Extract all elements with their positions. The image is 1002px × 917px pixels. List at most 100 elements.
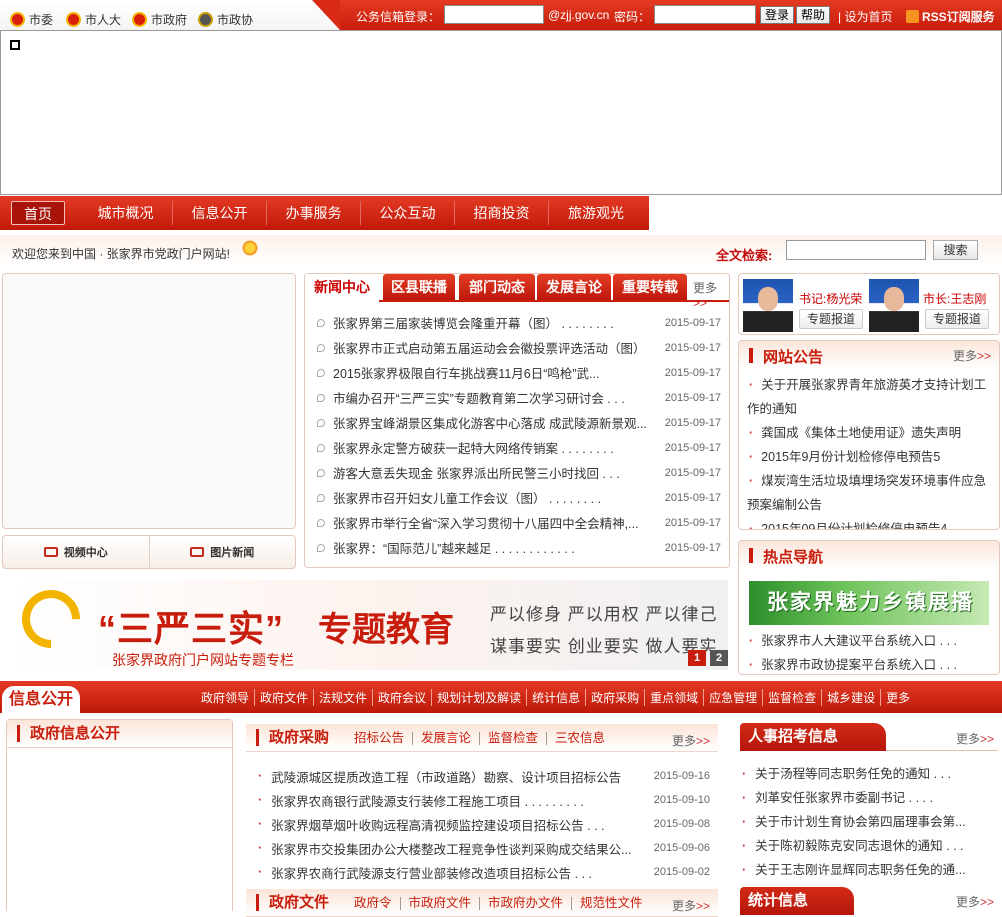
password-input[interactable] bbox=[654, 5, 756, 24]
tab-important-reprints[interactable]: 重要转载 bbox=[613, 274, 687, 301]
sub-city-gov-files[interactable]: 市政府文件 bbox=[401, 897, 481, 910]
link-party-committee[interactable]: 市委 bbox=[10, 11, 53, 28]
procurement-item[interactable]: 张家界农商银行武陵源支行装修工程施工项目 . . . . . . . . . 20… bbox=[258, 788, 710, 812]
banner-page-2[interactable]: 2 bbox=[710, 650, 728, 666]
personnel-item[interactable]: 关于市计划生育协会第四届理事会第... bbox=[742, 810, 968, 834]
special-title-a: “三严三实” bbox=[98, 608, 285, 649]
notice-item[interactable]: 2015年9月份计划检修停电预告5 bbox=[747, 445, 991, 469]
set-homepage-link[interactable]: | 设为首页 bbox=[838, 8, 892, 25]
photo-news-link[interactable]: 图片新闻 bbox=[150, 536, 296, 568]
info-link[interactable]: 政府采购 bbox=[586, 689, 646, 706]
personnel-item[interactable]: 关于汤程等同志职务任免的通知 . . . bbox=[742, 762, 968, 786]
procurement-item[interactable]: 张家界烟草烟叶收购远程高清视频监控建设项目招标公告 . . . 2015-09-0… bbox=[258, 812, 710, 836]
mayor-photo[interactable] bbox=[869, 279, 919, 332]
secretary-name[interactable]: 书记:杨光荣 bbox=[799, 290, 862, 307]
info-link[interactable]: 监督检查 bbox=[763, 689, 823, 706]
info-link[interactable]: 统计信息 bbox=[527, 689, 587, 706]
link-government[interactable]: 市政府 bbox=[132, 11, 187, 28]
personnel-more-link[interactable]: 更多>> bbox=[956, 730, 994, 747]
special-line-2: 谋事要实 创业要实 做人要实 bbox=[490, 637, 718, 656]
plugin-placeholder-icon bbox=[10, 40, 20, 50]
tab-development-remarks[interactable]: 发展言论 bbox=[537, 274, 611, 301]
govfiles-title[interactable]: 政府文件 bbox=[256, 894, 329, 911]
news-item[interactable]: 张家界宝峰湖景区集成化游客中心落成 成武陵源新景观... 2015-09-17 bbox=[317, 410, 721, 435]
email-input[interactable] bbox=[444, 5, 544, 24]
info-link[interactable]: 规划计划及解读 bbox=[432, 689, 528, 706]
tab-county-news[interactable]: 区县联播 bbox=[383, 274, 455, 301]
nav-investment[interactable]: 招商投资 bbox=[455, 201, 549, 225]
notice-item[interactable]: 2015年09月份计划检修停电预告4 bbox=[747, 517, 991, 529]
personnel-item[interactable]: 刘革安任张家界市委副书记 . . . . bbox=[742, 786, 968, 810]
procurement-more-link[interactable]: 更多>> bbox=[672, 732, 710, 749]
sub-gov-orders[interactable]: 政府令 bbox=[346, 897, 401, 910]
news-item[interactable]: 张家界第三届家装博览会隆重开幕（图） . . . . . . . . 2015-0… bbox=[317, 310, 721, 335]
cppcc-proposal-link[interactable]: 张家界市政协提案平台系统入口 . . . bbox=[747, 653, 957, 674]
personnel-item[interactable]: 关于陈初毅陈克安同志退休的通知 . . . bbox=[742, 834, 968, 858]
mayor-report-button[interactable]: 专题报道 bbox=[925, 309, 989, 329]
rss-link[interactable]: RSS订阅服务 bbox=[906, 8, 995, 25]
link-peoples-congress[interactable]: 市人大 bbox=[66, 11, 121, 28]
info-link[interactable]: 重点领域 bbox=[645, 689, 705, 706]
notice-more-link[interactable]: 更多>> bbox=[953, 347, 991, 364]
photo-slideshow[interactable] bbox=[2, 273, 296, 529]
sub-agriculture[interactable]: 三农信息 bbox=[547, 732, 613, 745]
top-bar: 市委 市人大 市政府 市政协 公务信箱登录： @zjj.gov.cn 密码： 登… bbox=[0, 0, 1002, 30]
link-cppcc[interactable]: 市政协 bbox=[198, 11, 253, 28]
info-link[interactable]: 政府领导 bbox=[196, 689, 256, 706]
mayor-name[interactable]: 市长:王志刚 bbox=[923, 290, 986, 307]
video-center-link[interactable]: 视频中心 bbox=[3, 536, 150, 568]
nav-home[interactable]: 首页 bbox=[11, 201, 65, 225]
nav-services[interactable]: 办事服务 bbox=[267, 201, 361, 225]
news-item[interactable]: 张家界市举行全省“深入学习贯彻十八届四中全会精神,... 2015-09-17 bbox=[317, 510, 721, 535]
website-notice-box: 网站公告 更多>> 关于开展张家界青年旅游英才支持计划工作的通知龚国成《集体土地… bbox=[738, 340, 1000, 530]
tab-news-center[interactable]: 新闻中心 bbox=[306, 274, 378, 301]
info-link[interactable]: 更多 bbox=[881, 689, 915, 706]
news-more-link[interactable]: 更多>> bbox=[693, 279, 729, 310]
notice-item[interactable]: 煤炭湾生活垃圾填埋场突发环境事件应急预案编制公告 bbox=[747, 469, 991, 517]
stats-more-link[interactable]: 更多>> bbox=[956, 893, 994, 910]
nav-tourism[interactable]: 旅游观光 bbox=[549, 201, 643, 225]
banner-page-1[interactable]: 1 bbox=[688, 650, 706, 666]
secretary-report-button[interactable]: 专题报道 bbox=[799, 309, 863, 329]
news-title: 2015张家界极限自行车挑战赛11月6日“鸣枪”武... bbox=[333, 367, 600, 381]
news-item[interactable]: 游客大意丢失现金 张家界派出所民警三小时找回 . . . 2015-09-17 bbox=[317, 460, 721, 485]
sub-normative-files[interactable]: 规范性文件 bbox=[572, 897, 651, 910]
special-topic-banner[interactable]: “三严三实” 专题教育 张家界政府门户网站专题专栏 严以修身 严以用权 严以律己… bbox=[12, 580, 728, 670]
personnel-header[interactable]: 人事招考信息 bbox=[740, 723, 886, 751]
sub-bidding[interactable]: 招标公告 bbox=[346, 732, 414, 745]
login-button[interactable]: 登录 bbox=[760, 6, 795, 24]
news-item[interactable]: 市编办召开“三严三实”专题教育第二次学习研讨会 . . . 2015-09-17 bbox=[317, 385, 721, 410]
procurement-item[interactable]: 张家界市交投集团办公大楼整改工程竞争性谈判采购成交结果公... 2015-09-0… bbox=[258, 836, 710, 860]
news-item[interactable]: 2015张家界极限自行车挑战赛11月6日“鸣枪”武... 2015-09-17 bbox=[317, 360, 721, 385]
govfiles-more-link[interactable]: 更多>> bbox=[672, 897, 710, 914]
news-item[interactable]: 张家界永定警方破获一起特大网络传销案 . . . . . . . . 2015-0… bbox=[317, 435, 721, 460]
procurement-item[interactable]: 武陵源城区提质改造工程（市政道路）勘察、设计项目招标公告 2015-09-16 bbox=[258, 764, 710, 788]
tab-department-news[interactable]: 部门动态 bbox=[459, 274, 535, 301]
procurement-item[interactable]: 张家界农商行武陵源支行营业部装修改造项目招标公告 . . . 2015-09-02 bbox=[258, 860, 710, 884]
notice-item[interactable]: 龚国成《集体土地使用证》遗失声明 bbox=[747, 421, 991, 445]
info-link[interactable]: 城乡建设 bbox=[822, 689, 882, 706]
township-showcase-banner[interactable]: 张家界魅力乡镇展播 bbox=[749, 581, 989, 625]
info-link[interactable]: 政府会议 bbox=[373, 689, 433, 706]
news-item[interactable]: 张家界市正式启动第五届运动会会徽投票评选活动（图） 2015-09-17 bbox=[317, 335, 721, 360]
news-item[interactable]: 张家界：“国际范儿”越来越足 . . . . . . . . . . . . 20… bbox=[317, 535, 721, 560]
help-button[interactable]: 帮助 bbox=[796, 6, 831, 24]
search-button[interactable]: 搜索 bbox=[933, 240, 978, 260]
npc-suggestion-link[interactable]: 张家界市人大建议平台系统入口 . . . bbox=[747, 629, 957, 653]
nav-city-overview[interactable]: 城市概况 bbox=[79, 201, 173, 225]
sub-city-office-files[interactable]: 市政府办文件 bbox=[480, 897, 573, 910]
info-link[interactable]: 法规文件 bbox=[314, 689, 374, 706]
nav-info-disclosure[interactable]: 信息公开 bbox=[173, 201, 267, 225]
personnel-item[interactable]: 关于王志刚许显辉同志职务任免的通... bbox=[742, 858, 968, 882]
news-item[interactable]: 张家界市召开妇女儿童工作会议（图） . . . . . . . . 2015-09… bbox=[317, 485, 721, 510]
notice-item[interactable]: 关于开展张家界青年旅游英才支持计划工作的通知 bbox=[747, 373, 991, 421]
sub-remarks[interactable]: 发展言论 bbox=[413, 732, 481, 745]
procurement-title[interactable]: 政府采购 bbox=[256, 729, 329, 746]
info-link[interactable]: 应急管理 bbox=[704, 689, 764, 706]
sub-supervision[interactable]: 监督检查 bbox=[480, 732, 548, 745]
search-input[interactable] bbox=[786, 240, 926, 260]
secretary-photo[interactable] bbox=[743, 279, 793, 332]
info-link[interactable]: 政府文件 bbox=[255, 689, 315, 706]
nav-public-interaction[interactable]: 公众互动 bbox=[361, 201, 455, 225]
govfiles-header: 政府文件 政府令 市政府文件 市政府办文件 规范性文件 更多>> bbox=[246, 889, 718, 917]
